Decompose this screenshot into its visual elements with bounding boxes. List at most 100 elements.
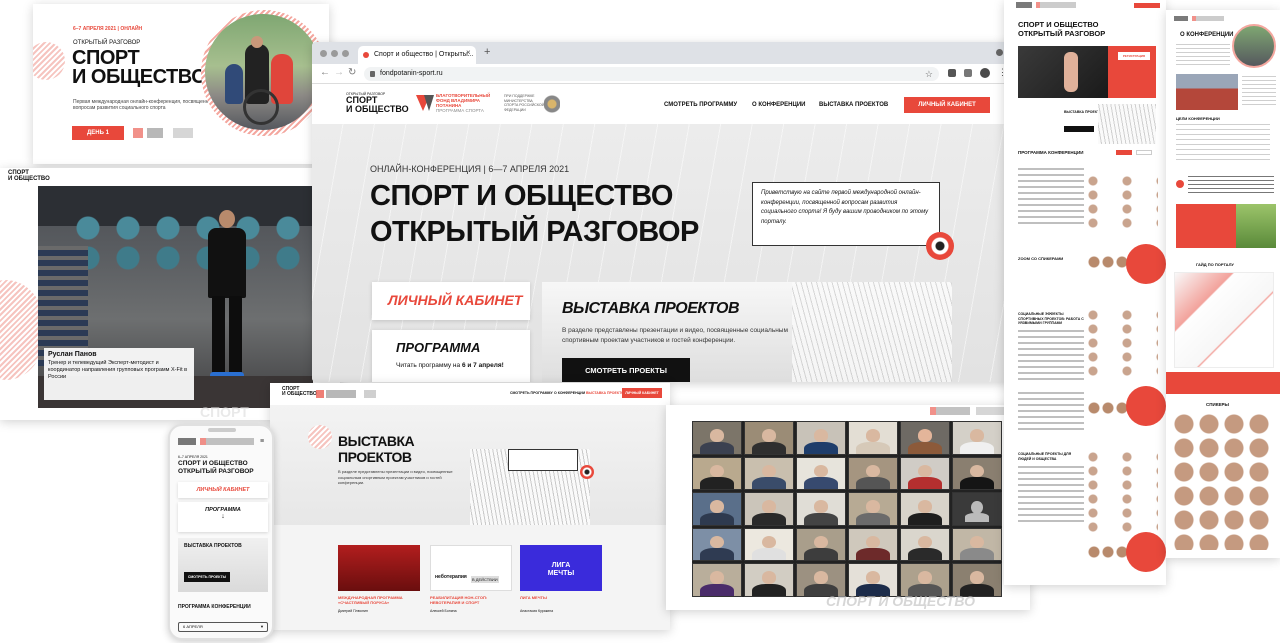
- program-card-text-bold: 6 и 7 апреля!: [461, 362, 504, 369]
- nav-program[interactable]: СМОТРЕТЬ ПРОГРАММУ: [664, 102, 737, 108]
- participant-tile[interactable]: [952, 563, 1002, 597]
- phone-menu-icon[interactable]: ≡: [260, 438, 264, 445]
- participant-tile[interactable]: [692, 456, 742, 491]
- hero-quote: Приветствую на сайте первой международно…: [761, 190, 929, 225]
- participant-tile[interactable]: [692, 527, 742, 562]
- phone-cabinet-label: ЛИЧНЫЙ КАБИНЕТ: [196, 487, 250, 493]
- back-icon[interactable]: ←: [320, 67, 330, 78]
- window-close-dot[interactable]: [320, 50, 327, 57]
- video-player[interactable]: Руслан Панов Тренер и телеведущий Экспер…: [38, 186, 313, 408]
- cabinet-card[interactable]: ЛИЧНЫЙ КАБИНЕТ: [372, 282, 530, 320]
- participant-tile[interactable]: [796, 456, 846, 491]
- program-card-text-pre: Читать программу на: [396, 362, 461, 369]
- day-button[interactable]: ДЕНЬ 1: [72, 126, 124, 140]
- phone-date-select[interactable]: 6 АПРЕЛЯ ▼: [178, 622, 268, 632]
- address-bar[interactable]: fondpotanin-sport.ru ☆: [364, 67, 939, 81]
- tab-title: Спорт и общество | Открыты...: [374, 51, 474, 58]
- liga-logo-2: МЕЧТЫ: [547, 570, 575, 577]
- video-logo-line2: И ОБЩЕСТВО: [8, 176, 50, 182]
- video-watermark: СПОРТ: [200, 404, 249, 420]
- banner-subtitle: ОТКРЫТЫЙ РАЗГОВОР: [73, 40, 141, 46]
- nav-about[interactable]: О КОНФЕРЕНЦИИ: [752, 102, 805, 108]
- project-title[interactable]: РЕАБИЛИТАЦИЯ НОН-СТОП: НЕВОТЕРАПИЯ И СПО…: [430, 595, 512, 605]
- site-logo[interactable]: ОТКРЫТЫЙ РАЗГОВОР СПОРТ И ОБЩЕСТВО: [346, 92, 409, 114]
- phone-cabinet-button[interactable]: ЛИЧНЫЙ КАБИНЕТ: [178, 482, 268, 498]
- expo-nav-expo[interactable]: ВЫСТАВКА ПРОЕКТОВ: [586, 391, 626, 395]
- participant-tile[interactable]: [848, 492, 898, 526]
- project-title[interactable]: ЛИГА МЕЧТЫ: [520, 595, 602, 600]
- forward-icon[interactable]: →: [334, 67, 344, 78]
- participant-tile[interactable]: [796, 492, 846, 526]
- about-title: О КОНФЕРЕНЦИИ: [1180, 32, 1234, 38]
- expo-nav-about[interactable]: О КОНФЕРЕНЦИИ: [554, 391, 585, 395]
- program-page-title-1: СПОРТ И ОБЩЕСТВО: [1018, 20, 1099, 29]
- site-header: ОТКРЫТЫЙ РАЗГОВОР СПОРТ И ОБЩЕСТВО БЛАГО…: [312, 84, 1016, 124]
- participant-tile[interactable]: [744, 421, 794, 455]
- participant-tile[interactable]: [692, 563, 742, 597]
- program-page-program-title: ПРОГРАММА КОНФЕРЕНЦИИ: [1018, 150, 1084, 155]
- participant-tile[interactable]: [744, 456, 794, 491]
- bookmark-star-icon[interactable]: ☆: [925, 67, 933, 81]
- participant-tile[interactable]: [900, 456, 950, 491]
- participant-tile[interactable]: [900, 527, 950, 562]
- phone-notch: [208, 428, 236, 432]
- participant-tile[interactable]: [900, 563, 950, 597]
- extension-icon[interactable]: [948, 69, 956, 77]
- expo-nav-program[interactable]: СМОТРЕТЬ ПРОГРАММУ: [510, 391, 553, 395]
- hero: ОНЛАЙН-КОНФЕРЕНЦИЯ | 6—7 АПРЕЛЯ 2021 СПО…: [312, 124, 1016, 382]
- phone-program-card[interactable]: ПРОГРАММА ↓: [178, 502, 268, 532]
- participant-tile[interactable]: [848, 421, 898, 455]
- tab-close-icon[interactable]: ×: [466, 48, 471, 57]
- phone-expo-button[interactable]: СМОТРЕТЬ ПРОЕКТЫ: [184, 572, 230, 582]
- project-tile[interactable]: [338, 545, 420, 591]
- participant-tile[interactable]: [796, 527, 846, 562]
- participant-tile[interactable]: [952, 456, 1002, 491]
- new-tab-icon[interactable]: +: [484, 46, 490, 58]
- participant-tile[interactable]: [848, 527, 898, 562]
- program-page-expo-button[interactable]: [1064, 126, 1094, 132]
- participant-tile[interactable]: [796, 421, 846, 455]
- cabinet-card-label: ЛИЧНЫЙ КАБИНЕТ: [388, 292, 523, 308]
- expo-logo[interactable]: СПОРТ И ОБЩЕСТВО: [282, 387, 317, 397]
- window-max-dot[interactable]: [342, 50, 349, 57]
- browser-window: Спорт и общество | Открыты... × + ← → ↻ …: [312, 42, 1016, 382]
- participant-tile[interactable]: [796, 563, 846, 597]
- participant-tile[interactable]: [692, 492, 742, 526]
- project-title[interactable]: МЕЖДУНАРОДНАЯ ПРОГРАММА «СЧАСТЛИВЫЙ ПОРУ…: [338, 595, 420, 605]
- video-logo: СПОРТ И ОБЩЕСТВО: [8, 170, 50, 182]
- window-min-dot[interactable]: [331, 50, 338, 57]
- puzzle-icon[interactable]: [964, 69, 972, 77]
- participant-tile[interactable]: [744, 492, 794, 526]
- browser-tab[interactable]: Спорт и общество | Открыты...: [358, 46, 476, 64]
- participant-tile[interactable]: [952, 421, 1002, 455]
- project-author: Дмитрий Плюснин: [338, 609, 368, 613]
- nav-expo[interactable]: ВЫСТАВКА ПРОЕКТОВ: [819, 102, 888, 108]
- participant-tile[interactable]: [744, 527, 794, 562]
- participant-tile[interactable]: [744, 563, 794, 597]
- participant-tile[interactable]: [900, 421, 950, 455]
- cabinet-button[interactable]: ЛИЧНЫЙ КАБИНЕТ: [904, 97, 990, 113]
- participant-tile[interactable]: [848, 456, 898, 491]
- expo-cabinet-button[interactable]: ЛИЧНЫЙ КАБИНЕТ: [622, 388, 662, 398]
- program-page-reg-button[interactable]: РЕГИСТРАЦИЯ: [1118, 52, 1150, 60]
- reload-icon[interactable]: ↻: [348, 67, 356, 78]
- project-tile[interactable]: неботерапия В ДЕЙСТВИИ: [430, 545, 512, 591]
- program-page-cabinet[interactable]: [1134, 3, 1160, 8]
- participant-tile[interactable]: [848, 563, 898, 597]
- expo-button[interactable]: СМОТРЕТЬ ПРОЕКТЫ: [562, 358, 690, 382]
- program-card[interactable]: ПРОГРАММА Читать программу на 6 и 7 апре…: [372, 330, 530, 382]
- program-day-tab-2[interactable]: [1136, 150, 1152, 155]
- profile-avatar[interactable]: [980, 68, 990, 78]
- participant-tile[interactable]: [692, 421, 742, 455]
- project-tile[interactable]: ЛИГА МЕЧТЫ: [520, 545, 602, 591]
- phone-title-2: ОТКРЫТЫЙ РАЗГОВОР: [178, 468, 254, 475]
- participant-avatar-placeholder[interactable]: [952, 492, 1002, 526]
- red-circle-decor: [1126, 532, 1166, 572]
- program-day-tab-1[interactable]: [1116, 150, 1132, 155]
- decor-ring: [33, 42, 65, 80]
- participant-tile[interactable]: [952, 527, 1002, 562]
- participant-tile[interactable]: [900, 492, 950, 526]
- program-page: СПОРТ И ОБЩЕСТВО ОТКРЫТЫЙ РАЗГОВОР РЕГИС…: [1004, 0, 1166, 585]
- browser-settings-icon[interactable]: [996, 49, 1003, 56]
- red-dot-icon: [1176, 180, 1184, 188]
